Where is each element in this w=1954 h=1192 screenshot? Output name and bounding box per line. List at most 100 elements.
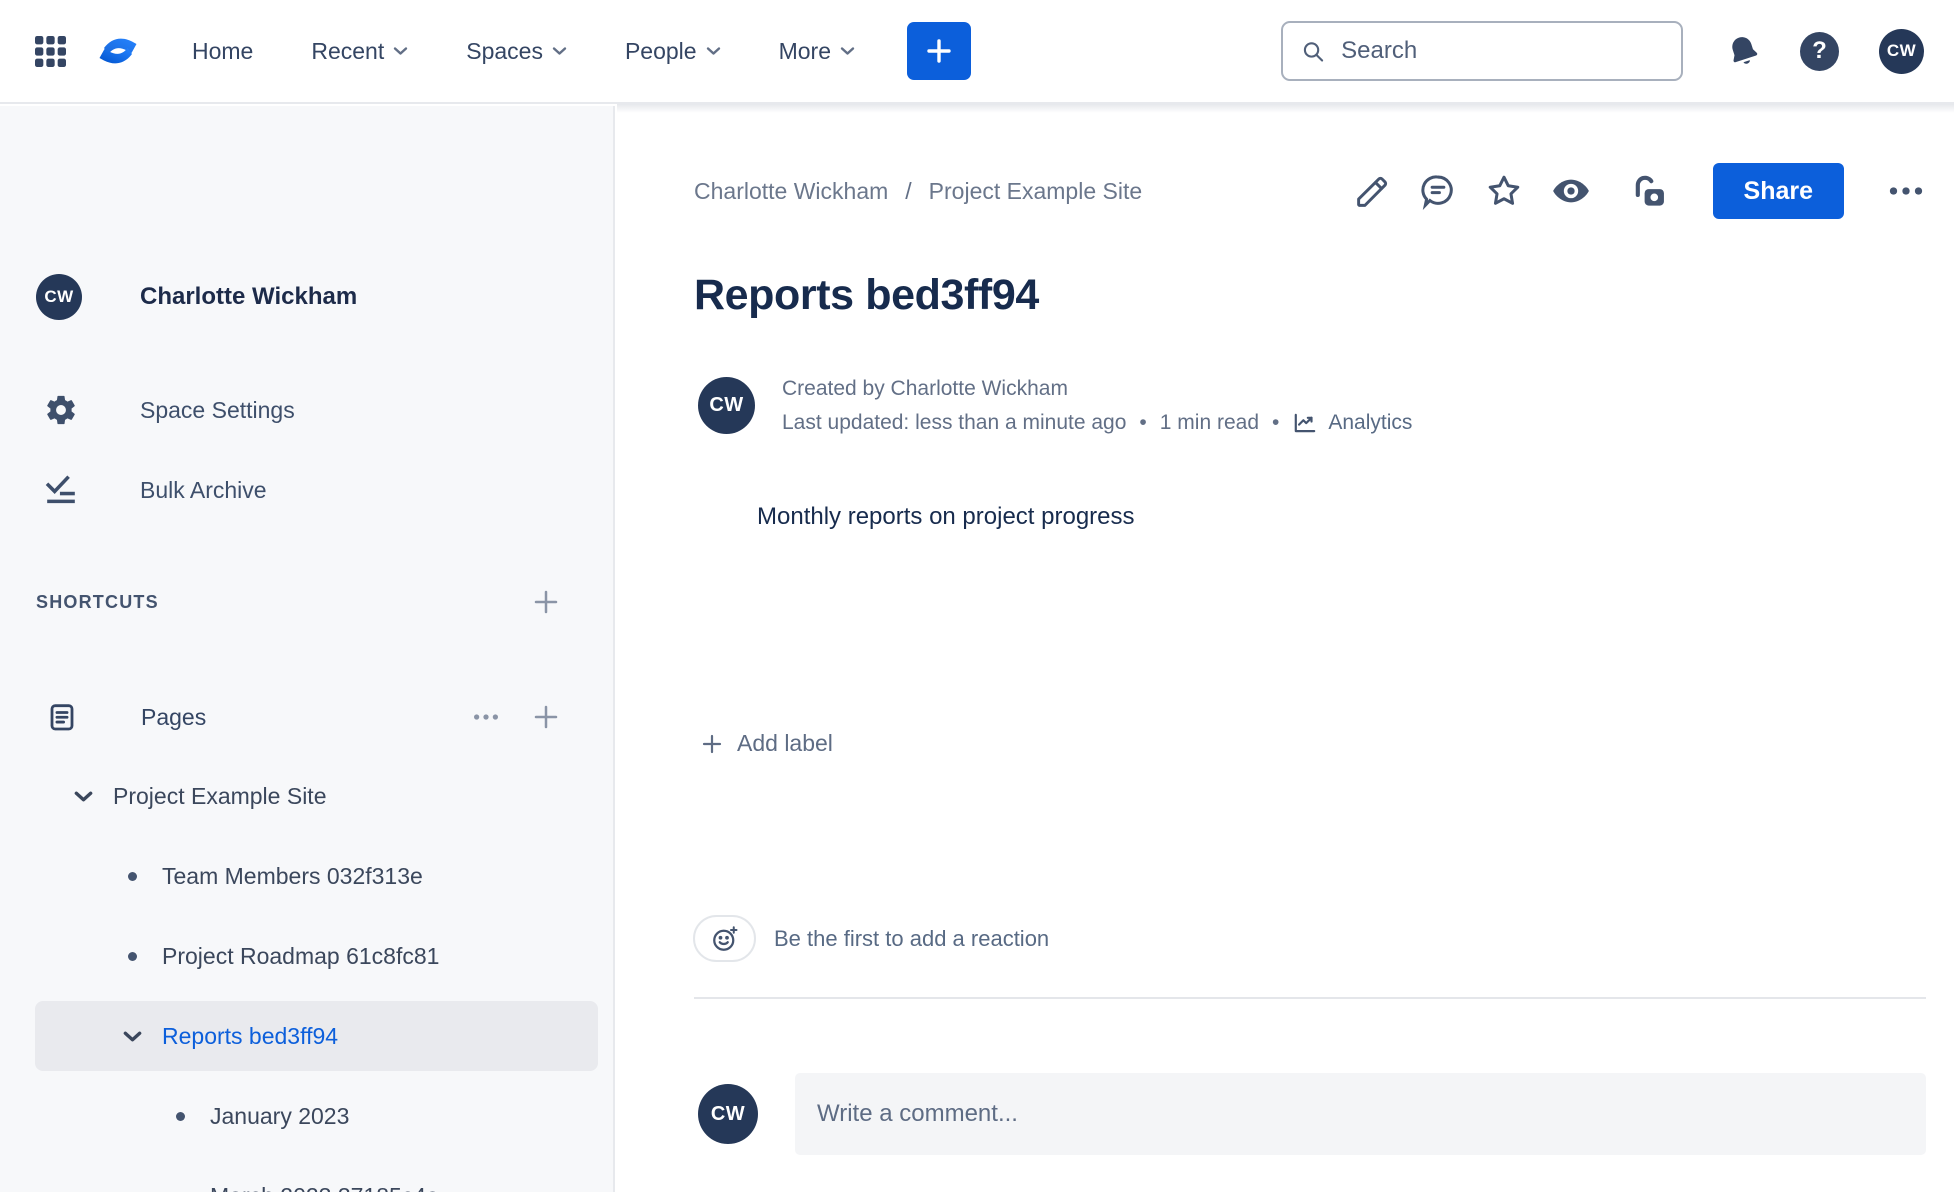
tree-item-label: Project Example Site: [113, 782, 327, 809]
updated-meta-line: Last updated: less than a minute ago • 1…: [782, 410, 1412, 436]
document-icon: [50, 704, 74, 731]
pages-label: Pages: [141, 703, 207, 730]
breadcrumb-separator: /: [905, 177, 912, 204]
plus-icon: [534, 590, 558, 614]
tree-item-project-example-site[interactable]: Project Example Site: [0, 756, 613, 836]
byline: CW Created by Charlotte Wickham Last upd…: [698, 377, 1412, 436]
pages-actions: [471, 702, 561, 732]
search-box: [1281, 21, 1683, 81]
sidebar-item-label: Bulk Archive: [140, 476, 267, 503]
add-shortcut-button[interactable]: [531, 587, 561, 617]
bullet-icon: [119, 951, 145, 961]
app-switcher-icon[interactable]: [30, 31, 70, 71]
meta-separator: •: [1139, 411, 1147, 434]
tree-item-label: March 2023 37185c4a: [210, 1183, 439, 1192]
reaction-prompt-text: Be the first to add a reaction: [774, 925, 1050, 951]
pages-more-icon[interactable]: [471, 702, 501, 732]
notifications-bell-icon[interactable]: [1725, 33, 1762, 70]
page-header-row: Charlotte Wickham / Project Example Site: [694, 160, 1926, 222]
tree-item-january-2023[interactable]: January 2023: [0, 1076, 613, 1156]
space-header[interactable]: CW Charlotte Wickham: [36, 274, 357, 320]
nav-item-home[interactable]: Home: [186, 37, 259, 66]
nav-item-label: Home: [192, 37, 254, 64]
last-updated-text[interactable]: Last updated: less than a minute ago: [782, 411, 1126, 435]
add-reaction-button[interactable]: [693, 915, 756, 962]
more-actions-icon[interactable]: [1886, 171, 1926, 211]
breadcrumb-link-parent-page[interactable]: Project Example Site: [929, 178, 1142, 205]
help-icon[interactable]: ?: [1800, 31, 1839, 71]
plus-icon: [927, 39, 951, 63]
smiley-plus-icon: [712, 925, 737, 951]
restrictions-unlock-icon[interactable]: [1631, 172, 1669, 210]
tree-item-reports-selected[interactable]: Reports bed3ff94: [0, 996, 613, 1076]
meta-separator: •: [1272, 411, 1280, 434]
page-body-text: Monthly reports on project progress: [757, 503, 1135, 530]
chevron-down-icon: [840, 47, 855, 55]
confluence-app: Home Recent Spaces People More Search ? …: [0, 0, 1954, 1192]
tree-item-label: Project Roadmap 61c8fc81: [162, 942, 440, 969]
bullet-icon: [119, 871, 145, 881]
tree-item-team-members[interactable]: Team Members 032f313e: [0, 836, 613, 916]
read-time-text: 1 min read: [1159, 411, 1259, 434]
comment-input[interactable]: [795, 1073, 1926, 1155]
nav-item-spaces[interactable]: Spaces: [460, 37, 573, 66]
page-actions: Share: [1354, 163, 1926, 219]
section-divider: [694, 997, 1926, 999]
chevron-down-icon: [706, 47, 720, 55]
sidebar-item-bulk-archive[interactable]: Bulk Archive: [44, 462, 613, 518]
tree-item-march-2023[interactable]: March 2023 37185c4a: [0, 1156, 613, 1192]
breadcrumb-link-space-owner[interactable]: Charlotte Wickham: [694, 178, 888, 205]
nav-item-recent[interactable]: Recent: [305, 37, 414, 66]
primary-nav: Home Recent Spaces People More: [186, 37, 861, 66]
bullet-icon: [167, 1111, 193, 1121]
chevron-down-icon[interactable]: [119, 1030, 145, 1043]
search-icon: [1303, 41, 1324, 62]
created-by-text: Created by Charlotte Wickham: [782, 377, 1068, 400]
tree-item-label: Team Members 032f313e: [162, 862, 423, 889]
nav-item-label: Recent: [311, 37, 385, 64]
share-button[interactable]: Share: [1712, 163, 1844, 219]
user-avatar[interactable]: CW: [1879, 28, 1924, 74]
tree-item-project-roadmap[interactable]: Project Roadmap 61c8fc81: [0, 916, 613, 996]
top-navigation: Home Recent Spaces People More Search ? …: [0, 0, 1954, 104]
confluence-logo-icon[interactable]: [94, 27, 142, 75]
plus-icon: [702, 734, 722, 753]
search-input[interactable]: [1339, 36, 1663, 66]
nav-item-more[interactable]: More: [773, 37, 861, 66]
tree-item-label: January 2023: [210, 1102, 350, 1129]
analytics-link[interactable]: Analytics: [1292, 410, 1412, 436]
favorite-star-icon[interactable]: [1485, 172, 1523, 210]
page-tree: Project Example Site Team Members 032f31…: [0, 756, 613, 1192]
line-chart-icon: [1295, 413, 1316, 433]
add-label-text: Add label: [737, 730, 833, 756]
page-title: Reports bed3ff94: [694, 271, 1039, 319]
byline-meta: Created by Charlotte Wickham Last update…: [782, 377, 1412, 436]
sidebar-item-label: Space Settings: [140, 396, 295, 423]
comments-bubble-icon[interactable]: [1419, 172, 1457, 210]
create-button[interactable]: [906, 22, 971, 80]
question-mark-glyph: ?: [1800, 31, 1839, 71]
edit-pencil-icon[interactable]: [1354, 173, 1391, 210]
author-avatar: CW: [698, 377, 755, 434]
sidebar-item-space-settings[interactable]: Space Settings: [44, 382, 613, 438]
add-label-button[interactable]: Add label: [700, 730, 833, 757]
add-page-button[interactable]: [531, 702, 561, 732]
nav-item-people[interactable]: People: [619, 37, 727, 66]
analytics-label: Analytics: [1328, 411, 1413, 434]
watch-eye-icon[interactable]: [1551, 171, 1591, 211]
breadcrumb: Charlotte Wickham / Project Example Site: [694, 178, 1142, 205]
commenter-avatar: CW: [698, 1084, 758, 1144]
plus-icon: [534, 705, 558, 729]
nav-item-label: Spaces: [466, 37, 543, 64]
gear-icon: [47, 395, 75, 425]
space-name: Charlotte Wickham: [140, 283, 358, 310]
pages-section-header[interactable]: Pages: [46, 686, 561, 748]
chevron-down-icon: [394, 47, 408, 55]
chevron-down-icon: [552, 47, 567, 55]
chevron-down-icon[interactable]: [70, 790, 96, 803]
reaction-row: Be the first to add a reaction: [693, 915, 1049, 962]
nav-item-label: People: [624, 37, 697, 64]
space-avatar: CW: [36, 274, 82, 320]
shortcuts-section: SHORTCUTS: [36, 576, 561, 628]
page-content: Charlotte Wickham / Project Example Site: [617, 104, 1954, 1192]
